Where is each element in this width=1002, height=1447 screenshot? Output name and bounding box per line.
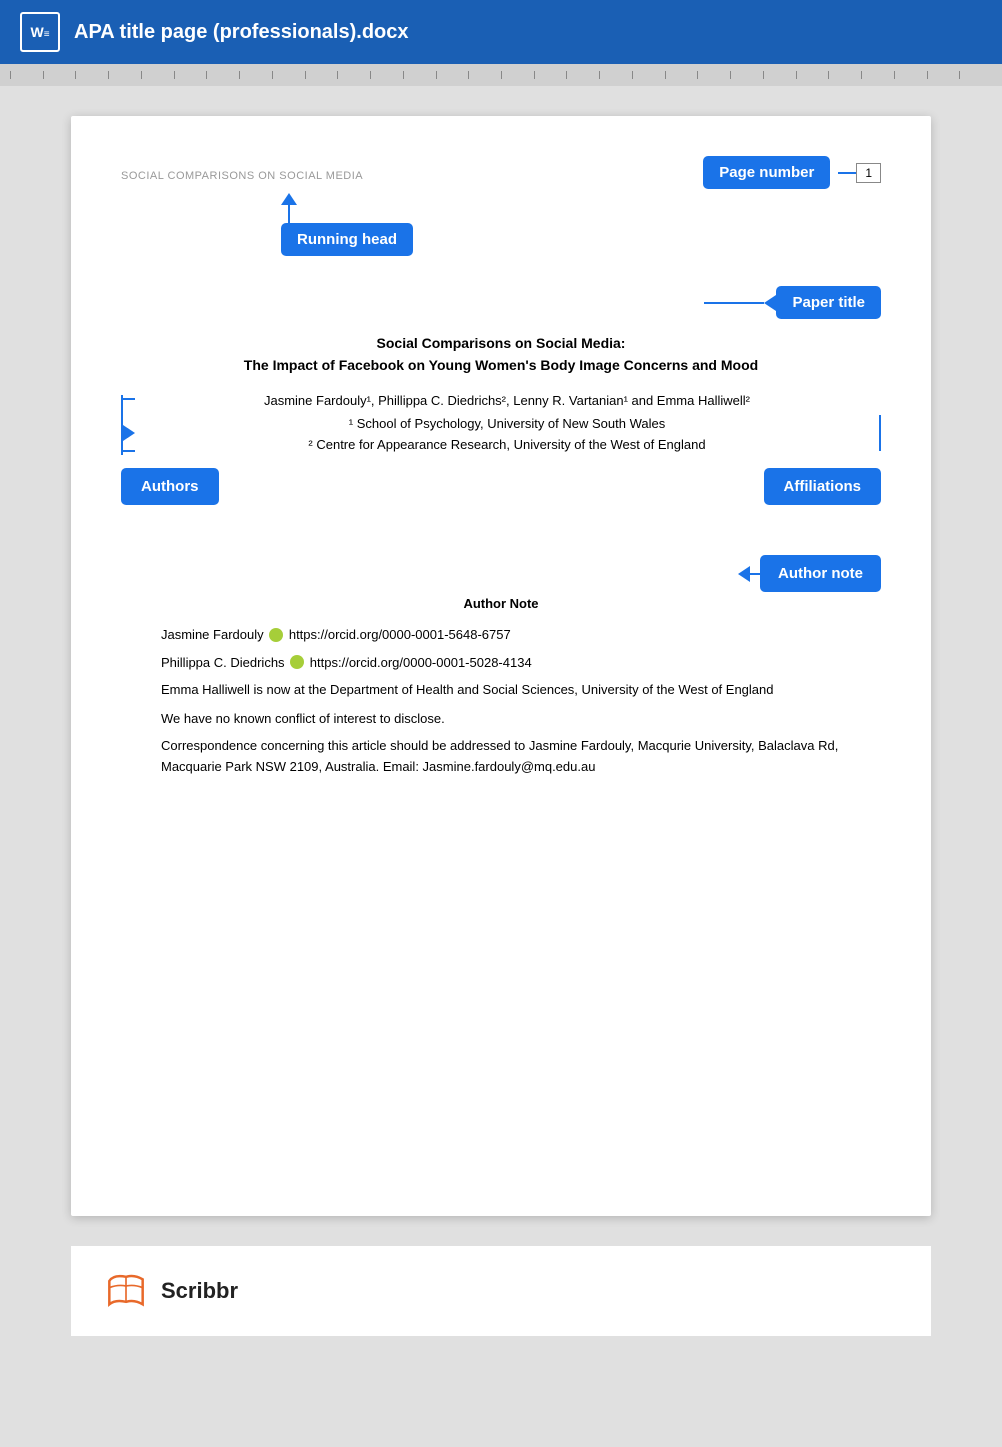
affiliation-2: ² Centre for Appearance Research, Univer…	[143, 437, 871, 452]
author-note-arrow	[738, 566, 750, 582]
running-head-arrow-up	[281, 193, 297, 205]
header-row: SOCIAL COMPARISONS ON SOCIAL MEDIA Page …	[121, 156, 881, 189]
scribbr-footer: Scribbr	[71, 1246, 931, 1336]
authors-label: Authors	[121, 468, 219, 505]
author-note-line-5: Correspondence concerning this article s…	[161, 736, 881, 778]
page-number-value: 1	[856, 163, 881, 183]
running-head-vline	[288, 205, 290, 223]
running-head-annotation: Running head	[281, 193, 881, 256]
page-number-arrow: 1	[838, 163, 881, 183]
paper-title-hline	[704, 302, 764, 304]
author-note-hline	[750, 573, 760, 575]
author-note-annotation: Author note	[121, 555, 881, 592]
running-head-text: SOCIAL COMPARISONS ON SOCIAL MEDIA	[121, 170, 363, 182]
paper-title-text: Social Comparisons on Social Media:	[121, 335, 881, 351]
paper-title-arrow	[764, 295, 776, 311]
authors-names: Jasmine Fardouly¹, Phillippa C. Diedrich…	[143, 393, 871, 408]
author-note-line-2: Phillippa C. Diedrichs https://orcid.org…	[161, 653, 881, 673]
paper-subtitle-text: The Impact of Facebook on Young Women's …	[121, 357, 881, 373]
affiliations-label: Affiliations	[764, 468, 882, 505]
author-note-line-1: Jasmine Fardouly https://orcid.org/0000-…	[161, 625, 881, 645]
page-number-line	[838, 172, 856, 174]
title-bar: W≡ APA title page (professionals).docx	[0, 0, 1002, 64]
author-note-line-3: Emma Halliwell is now at the Department …	[161, 680, 881, 701]
author-note-title: Author Note	[121, 596, 881, 611]
author-note-line-4: We have no known conflict of interest to…	[161, 709, 881, 729]
word-icon: W≡	[20, 12, 60, 52]
authors-bracket-bottom	[123, 450, 135, 452]
paper-title-label: Paper title	[776, 286, 881, 319]
running-head-label: Running head	[281, 223, 413, 256]
ruler-marks	[0, 71, 1002, 79]
author-note-label: Author note	[760, 555, 881, 592]
document-title: APA title page (professionals).docx	[74, 21, 409, 44]
affiliations-bracket-vline	[879, 415, 881, 451]
orcid-icon-2	[290, 655, 304, 669]
authors-arrow	[123, 425, 135, 441]
page-number-label: Page number	[703, 156, 830, 189]
page-number-area: Page number 1	[703, 156, 881, 189]
affiliation-1: ¹ School of Psychology, University of Ne…	[143, 416, 871, 431]
authors-bracket-top	[123, 398, 135, 400]
ruler-mark	[10, 71, 43, 79]
author-note-section: Author note Author Note Jasmine Fardouly…	[121, 555, 881, 778]
orcid-icon-1	[269, 628, 283, 642]
ruler	[0, 64, 1002, 86]
document-page: SOCIAL COMPARISONS ON SOCIAL MEDIA Page …	[71, 116, 931, 1216]
paper-title-section: Paper title Social Comparisons on Social…	[121, 286, 881, 373]
scribbr-logo-icon	[101, 1266, 151, 1316]
scribbr-name: Scribbr	[161, 1278, 238, 1304]
authors-affiliations-labels: Authors Affiliations	[121, 468, 881, 505]
authors-section: Jasmine Fardouly¹, Phillippa C. Diedrich…	[121, 393, 881, 458]
